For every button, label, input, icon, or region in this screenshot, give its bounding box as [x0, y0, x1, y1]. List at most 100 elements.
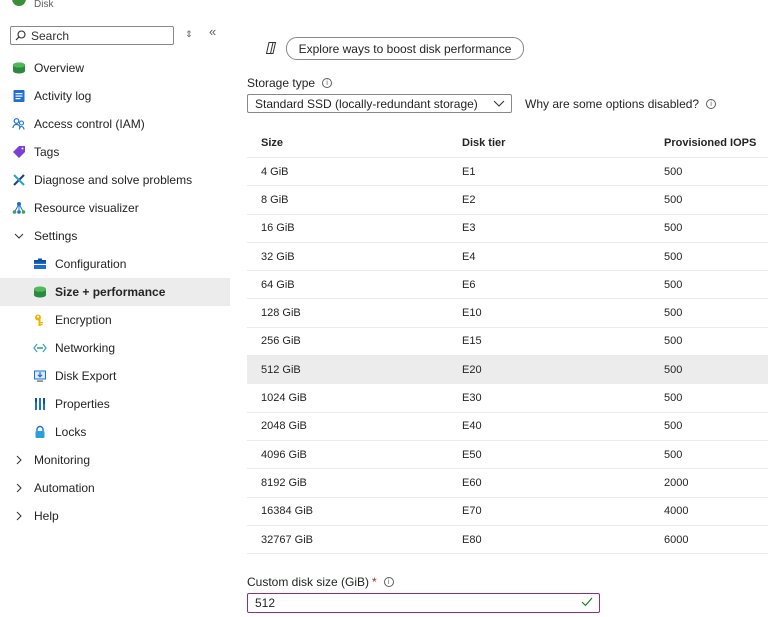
- cell-size: 2048 GiB: [261, 420, 307, 433]
- sidebar-group-settings[interactable]: Settings: [0, 222, 230, 250]
- sidebar-item-locks[interactable]: Locks: [0, 418, 230, 446]
- networking-icon: [33, 341, 47, 355]
- sidebar-item-size-performance[interactable]: Size + performance: [0, 278, 230, 306]
- custom-size-input[interactable]: [255, 596, 555, 610]
- cell-size: 4 GiB: [261, 165, 289, 178]
- info-icon[interactable]: i: [322, 78, 333, 88]
- expand-collapse-all-icon[interactable]: ⇕: [185, 28, 193, 40]
- table-row[interactable]: 32767 GiB E80 6000: [247, 526, 768, 555]
- sidebar-group-automation[interactable]: Automation: [0, 474, 230, 502]
- cell-tier: E2: [462, 193, 476, 206]
- table-row-selected[interactable]: 512 GiB E20 500: [247, 356, 768, 385]
- sidebar-item-properties[interactable]: Properties: [0, 390, 230, 418]
- sidebar-item-label: Encryption: [55, 313, 112, 327]
- table-row[interactable]: 1024 GiB E30 500: [247, 384, 768, 413]
- cell-tier: E50: [462, 448, 482, 461]
- sidebar-item-label: Locks: [55, 425, 87, 439]
- cell-iops: 500: [664, 420, 683, 433]
- cell-size: 64 GiB: [261, 278, 295, 291]
- storage-type-label-row: Storage type i: [247, 76, 333, 90]
- disk-icon: [33, 285, 47, 299]
- storage-type-dropdown[interactable]: Standard SSD (locally-redundant storage): [247, 94, 512, 113]
- sidebar-item-networking[interactable]: Networking: [0, 334, 230, 362]
- info-icon[interactable]: i: [383, 577, 394, 587]
- custom-size-label-row: Custom disk size (GiB) * i: [247, 575, 394, 589]
- cell-size: 128 GiB: [261, 307, 301, 320]
- table-row[interactable]: 16 GiB E3 500: [247, 215, 768, 243]
- configuration-icon: [33, 257, 47, 271]
- sidebar-item-label: Activity log: [34, 89, 92, 103]
- boost-performance-button[interactable]: Explore ways to boost disk performance: [286, 37, 524, 60]
- search-input[interactable]: [31, 28, 171, 43]
- sidebar-item-disk-export[interactable]: Disk Export: [0, 362, 230, 390]
- custom-size-field[interactable]: [247, 593, 600, 613]
- cell-tier: E60: [462, 476, 482, 489]
- cell-size: 8 GiB: [261, 193, 289, 206]
- chevron-right-icon: [12, 511, 26, 521]
- storage-type-label: Storage type: [247, 76, 316, 90]
- cell-iops: 6000: [664, 533, 689, 546]
- cell-tier: E3: [462, 222, 476, 235]
- sidebar-group-help[interactable]: Help: [0, 502, 230, 530]
- sidebar-search-box[interactable]: [10, 26, 174, 45]
- storage-type-value: Standard SSD (locally-redundant storage): [255, 96, 478, 111]
- sidebar-item-encryption[interactable]: Encryption: [0, 306, 230, 334]
- sidebar-item-label: Networking: [55, 341, 116, 355]
- table-row[interactable]: 64 GiB E6 500: [247, 271, 768, 300]
- table-row[interactable]: 4096 GiB E50 500: [247, 441, 768, 470]
- disk-icon: [12, 61, 26, 75]
- key-icon: [33, 313, 47, 327]
- table-row[interactable]: 4 GiB E1 500: [247, 158, 768, 187]
- cell-iops: 500: [664, 335, 683, 348]
- cell-tier: E70: [462, 505, 482, 518]
- table-row[interactable]: 32 GiB E4 500: [247, 243, 768, 272]
- cell-tier: E10: [462, 307, 482, 320]
- cell-size: 1024 GiB: [261, 392, 307, 405]
- custom-size-label: Custom disk size (GiB): [247, 575, 370, 589]
- cell-iops: 500: [664, 193, 683, 206]
- cell-iops: 500: [664, 278, 683, 291]
- table-row[interactable]: 16384 GiB E70 4000: [247, 498, 768, 526]
- sidebar-item-overview[interactable]: Overview: [0, 54, 230, 82]
- cell-tier: E20: [462, 363, 482, 376]
- sidebar-item-diagnose[interactable]: Diagnose and solve problems: [0, 166, 230, 194]
- search-icon: [15, 30, 26, 41]
- sidebar-item-configuration[interactable]: Configuration: [0, 250, 230, 278]
- collapse-sidebar-icon[interactable]: «: [209, 25, 216, 38]
- chevron-right-icon: [12, 455, 26, 465]
- table-row[interactable]: 128 GiB E10 500: [247, 299, 768, 328]
- sidebar: ⇕ « Overview Activity log Access control…: [0, 24, 230, 617]
- cell-iops: 500: [664, 307, 683, 320]
- info-icon[interactable]: i: [706, 99, 717, 109]
- cell-size: 32 GiB: [261, 250, 295, 263]
- cell-size: 16 GiB: [261, 222, 295, 235]
- cell-tier: E4: [462, 250, 476, 263]
- table-row[interactable]: 8 GiB E2 500: [247, 186, 768, 215]
- disk-size-table: Size Disk tier Provisioned IOPS 4 GiB E1 5…: [247, 128, 768, 555]
- disk-resource-icon: [12, 0, 26, 6]
- cell-tier: E80: [462, 533, 482, 546]
- chevron-down-icon: [12, 233, 26, 239]
- copilot-icon: [265, 42, 277, 54]
- cell-iops: 4000: [664, 505, 689, 518]
- sidebar-item-access-control[interactable]: Access control (IAM): [0, 110, 230, 138]
- wrench-icon: [12, 173, 26, 187]
- column-header-disk-tier: Disk tier: [462, 136, 506, 149]
- sidebar-item-label: Diagnose and solve problems: [34, 173, 193, 187]
- cell-size: 512 GiB: [261, 363, 301, 376]
- sidebar-item-resource-visualizer[interactable]: Resource visualizer: [0, 194, 230, 222]
- table-row[interactable]: 2048 GiB E40 500: [247, 413, 768, 441]
- cell-iops: 2000: [664, 476, 689, 489]
- cell-tier: E30: [462, 392, 482, 405]
- sidebar-item-activity-log[interactable]: Activity log: [0, 82, 230, 110]
- cell-tier: E6: [462, 278, 476, 291]
- cell-size: 256 GiB: [261, 335, 301, 348]
- sidebar-item-label: Automation: [34, 481, 95, 495]
- sidebar-item-label: Properties: [55, 397, 110, 411]
- sidebar-item-tags[interactable]: Tags: [0, 138, 230, 166]
- table-row[interactable]: 8192 GiB E60 2000: [247, 469, 768, 498]
- table-row[interactable]: 256 GiB E15 500: [247, 328, 768, 357]
- sidebar-group-monitoring[interactable]: Monitoring: [0, 446, 230, 474]
- sidebar-item-label: Help: [34, 509, 59, 523]
- cell-size: 16384 GiB: [261, 505, 313, 518]
